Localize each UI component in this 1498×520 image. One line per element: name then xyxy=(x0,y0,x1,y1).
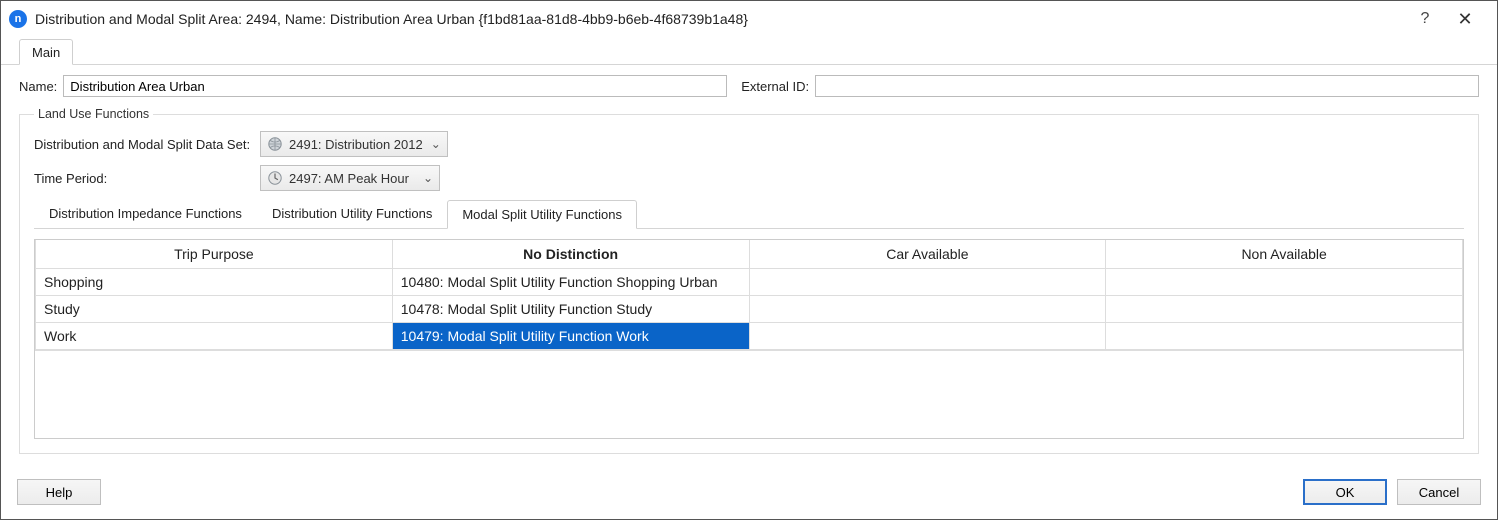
functions-table[interactable]: Trip Purpose No Distinction Car Availabl… xyxy=(35,240,1463,350)
col-trip-purpose[interactable]: Trip Purpose xyxy=(36,240,393,269)
table-row[interactable]: Shopping 10480: Modal Split Utility Func… xyxy=(36,269,1463,296)
cancel-button[interactable]: Cancel xyxy=(1397,479,1481,505)
table-row[interactable]: Study 10478: Modal Split Utility Functio… xyxy=(36,296,1463,323)
cell-no-distinction[interactable]: 10480: Modal Split Utility Function Shop… xyxy=(392,269,749,296)
tab-modal-split-utility[interactable]: Modal Split Utility Functions xyxy=(447,200,637,229)
table-empty-area xyxy=(35,350,1463,438)
dataset-label: Distribution and Modal Split Data Set: xyxy=(34,137,260,152)
cell-trip-purpose[interactable]: Study xyxy=(36,296,393,323)
dataset-value: 2491: Distribution 2012 xyxy=(289,137,423,152)
cell-car-available[interactable] xyxy=(749,323,1106,350)
table-row[interactable]: Work 10479: Modal Split Utility Function… xyxy=(36,323,1463,350)
help-icon[interactable]: ? xyxy=(1405,10,1445,28)
tab-main[interactable]: Main xyxy=(19,39,73,65)
window-title: Distribution and Modal Split Area: 2494,… xyxy=(35,11,1405,27)
functions-table-wrap: Trip Purpose No Distinction Car Availabl… xyxy=(34,239,1464,439)
chevron-down-icon: ⌄ xyxy=(423,171,433,185)
name-input[interactable] xyxy=(63,75,727,97)
tab-distribution-impedance[interactable]: Distribution Impedance Functions xyxy=(34,199,257,228)
cell-no-distinction[interactable]: 10478: Modal Split Utility Function Stud… xyxy=(392,296,749,323)
tab-distribution-utility[interactable]: Distribution Utility Functions xyxy=(257,199,447,228)
clock-icon xyxy=(267,170,283,186)
col-no-distinction[interactable]: No Distinction xyxy=(392,240,749,269)
help-button[interactable]: Help xyxy=(17,479,101,505)
land-use-functions-legend: Land Use Functions xyxy=(34,107,153,121)
timeperiod-combo[interactable]: 2497: AM Peak Hour ⌄ xyxy=(260,165,440,191)
land-use-functions-fieldset: Land Use Functions Distribution and Moda… xyxy=(19,107,1479,454)
cell-car-available[interactable] xyxy=(749,296,1106,323)
timeperiod-row: Time Period: 2497: AM Peak Hour ⌄ xyxy=(34,165,1464,191)
col-non-available[interactable]: Non Available xyxy=(1106,240,1463,269)
external-id-label: External ID: xyxy=(741,79,809,94)
title-bar: n Distribution and Modal Split Area: 249… xyxy=(1,1,1497,37)
col-car-available[interactable]: Car Available xyxy=(749,240,1106,269)
name-label: Name: xyxy=(19,79,57,94)
cell-non-available[interactable] xyxy=(1106,296,1463,323)
close-icon[interactable]: ✕ xyxy=(1445,9,1485,30)
app-icon: n xyxy=(9,10,27,28)
globe-icon xyxy=(267,136,283,152)
timeperiod-label: Time Period: xyxy=(34,171,260,186)
dataset-row: Distribution and Modal Split Data Set: 2… xyxy=(34,131,1464,157)
timeperiod-value: 2497: AM Peak Hour xyxy=(289,171,415,186)
cell-no-distinction[interactable]: 10479: Modal Split Utility Function Work xyxy=(392,323,749,350)
cell-non-available[interactable] xyxy=(1106,269,1463,296)
external-id-input[interactable] xyxy=(815,75,1479,97)
cell-trip-purpose[interactable]: Shopping xyxy=(36,269,393,296)
function-tabs: Distribution Impedance Functions Distrib… xyxy=(34,199,1464,229)
content-area: Name: External ID: Land Use Functions Di… xyxy=(1,65,1497,454)
dialog-footer: Help OK Cancel xyxy=(1,475,1497,519)
ok-button[interactable]: OK xyxy=(1303,479,1387,505)
dataset-combo[interactable]: 2491: Distribution 2012 ⌄ xyxy=(260,131,448,157)
top-tab-row: Main xyxy=(1,37,1497,65)
cell-car-available[interactable] xyxy=(749,269,1106,296)
name-extid-row: Name: External ID: xyxy=(19,75,1479,97)
chevron-down-icon: ⌄ xyxy=(431,137,441,151)
cell-non-available[interactable] xyxy=(1106,323,1463,350)
cell-trip-purpose[interactable]: Work xyxy=(36,323,393,350)
